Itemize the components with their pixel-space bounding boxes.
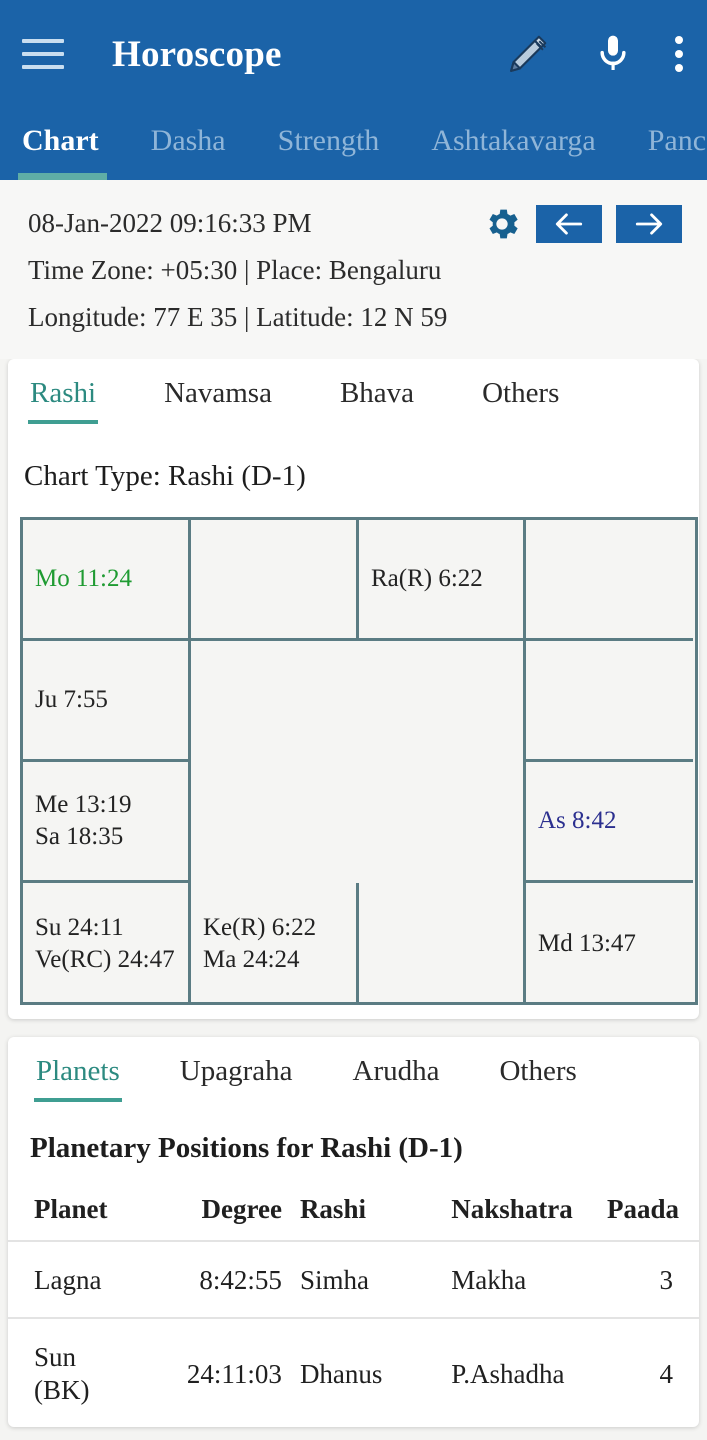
more-vertical-icon[interactable] — [675, 34, 683, 74]
cell-planet: Lagna — [8, 1240, 148, 1318]
kundali-cell[interactable] — [359, 883, 526, 1004]
chart-tab-bhava[interactable]: Bhava — [340, 377, 414, 424]
tab-chart[interactable]: Chart — [18, 124, 107, 180]
kundali-cell[interactable]: Su 24:11 Ve(RC) 24:47 — [23, 883, 191, 1004]
page-title: Horoscope — [112, 33, 282, 75]
kundali-chart-grid[interactable]: Mo 11:24 Ra(R) 6:22 Ju 7:55 Me 13:19 Sa … — [20, 517, 698, 1005]
chart-info-strip: 08-Jan-2022 09:16:33 PM Time Zone: +05:3… — [0, 180, 707, 359]
cell-planet: Sun (BK) — [8, 1317, 148, 1427]
tab-panchanga[interactable]: Panc — [648, 124, 706, 180]
kundali-cell[interactable] — [191, 520, 359, 641]
planet-tab-arudha[interactable]: Arudha — [353, 1055, 440, 1102]
kundali-cell[interactable] — [526, 520, 693, 641]
tab-dasha[interactable]: Dasha — [151, 124, 226, 180]
cell-nakshatra: Makha — [433, 1240, 607, 1318]
cell-degree: 24:11:03 — [147, 1317, 282, 1427]
timezone-place: Time Zone: +05:30 | Place: Bengaluru — [28, 255, 442, 285]
kundali-cell[interactable]: As 8:42 — [526, 762, 693, 883]
planetary-positions-card: Planets Upagraha Arudha Others Planetary… — [8, 1037, 699, 1427]
hamburger-menu-icon[interactable] — [22, 39, 64, 69]
tab-strength[interactable]: Strength — [278, 124, 380, 180]
kundali-cell[interactable]: Me 13:19 Sa 18:35 — [23, 762, 191, 883]
microphone-icon[interactable] — [593, 32, 633, 76]
kundali-cell[interactable]: Ra(R) 6:22 — [359, 520, 526, 641]
planet-entry: Su 24:11 — [35, 913, 124, 941]
kundali-cell[interactable]: Md 13:47 — [526, 883, 693, 1004]
table-row[interactable]: Lagna 8:42:55 Simha Makha 3 — [8, 1240, 699, 1318]
chart-type-label: Chart Type: Rashi (D-1) — [24, 460, 306, 492]
cell-nakshatra: P.Ashadha — [433, 1317, 607, 1427]
planet-entry: Md 13:47 — [538, 929, 636, 957]
column-header-nakshatra: Nakshatra — [451, 1194, 573, 1224]
planet-tab-others[interactable]: Others — [499, 1055, 576, 1102]
planet-entry: Ra(R) 6:22 — [371, 565, 483, 592]
top-tab-bar: Chart Dasha Strength Ashtakavarga Panc — [0, 108, 707, 180]
chart-tab-rashi[interactable]: Rashi — [27, 377, 99, 424]
cell-paada: 3 — [606, 1240, 699, 1318]
column-header-degree: Degree — [201, 1194, 282, 1224]
pencil-icon[interactable] — [505, 31, 551, 77]
planet-entry: Ma 24:24 — [203, 945, 300, 973]
cell-degree: 8:42:55 — [147, 1240, 282, 1318]
planetary-positions-table: Planet Degree Rashi Nakshatra Paada Lagn… — [8, 1187, 699, 1427]
planet-entry: Ke(R) 6:22 — [203, 913, 317, 941]
column-header-planet: Planet — [34, 1194, 108, 1224]
prev-chart-button[interactable] — [536, 205, 602, 243]
planet-entry: Ve(RC) 24:47 — [35, 945, 175, 973]
column-header-rashi: Rashi — [299, 1194, 366, 1224]
table-header-row: Planet Degree Rashi Nakshatra Paada — [8, 1187, 699, 1241]
app-bar-actions — [505, 31, 687, 77]
chart-card: Rashi Navamsa Bhava Others Chart Type: R… — [8, 359, 699, 1019]
column-header-paada: Paada — [606, 1194, 679, 1224]
planet-tab-planets[interactable]: Planets — [34, 1055, 122, 1102]
next-chart-button[interactable] — [616, 205, 682, 243]
chart-sub-tabs: Rashi Navamsa Bhava Others — [8, 359, 699, 424]
planet-sub-tabs: Planets Upagraha Arudha Others — [8, 1037, 699, 1102]
kundali-cell[interactable] — [526, 641, 693, 762]
tab-ashtakavarga[interactable]: Ashtakavarga — [431, 124, 595, 180]
planet-entry: Me 13:19 — [35, 791, 132, 818]
kundali-cell[interactable]: Mo 11:24 — [23, 520, 191, 641]
planetary-table-title: Planetary Positions for Rashi (D-1) — [30, 1132, 463, 1164]
cell-rashi: Dhanus — [281, 1317, 434, 1427]
table-row[interactable]: Sun (BK) 24:11:03 Dhanus P.Ashadha 4 — [8, 1317, 699, 1427]
planet-entry: Ju 7:55 — [35, 686, 108, 713]
planet-entry: Sa 18:35 — [35, 823, 124, 850]
gear-icon[interactable] — [482, 204, 522, 244]
cell-paada: 4 — [606, 1317, 699, 1427]
coordinates: Longitude: 77 E 35 | Latitude: 12 N 59 — [28, 302, 448, 332]
chart-tab-others[interactable]: Others — [482, 377, 559, 424]
app-bar: Horoscope — [0, 0, 707, 108]
planet-tab-upagraha[interactable]: Upagraha — [180, 1055, 293, 1102]
kundali-cell[interactable]: Ke(R) 6:22 Ma 24:24 — [191, 883, 359, 1004]
chart-tab-navamsa[interactable]: Navamsa — [164, 377, 272, 424]
planet-entry: As 8:42 — [538, 807, 617, 834]
info-actions — [482, 204, 682, 244]
cell-rashi: Simha — [281, 1240, 434, 1318]
planet-entry: Mo 11:24 — [35, 565, 132, 592]
kundali-cell[interactable]: Ju 7:55 — [23, 641, 191, 762]
kundali-center-cell[interactable] — [191, 641, 526, 883]
